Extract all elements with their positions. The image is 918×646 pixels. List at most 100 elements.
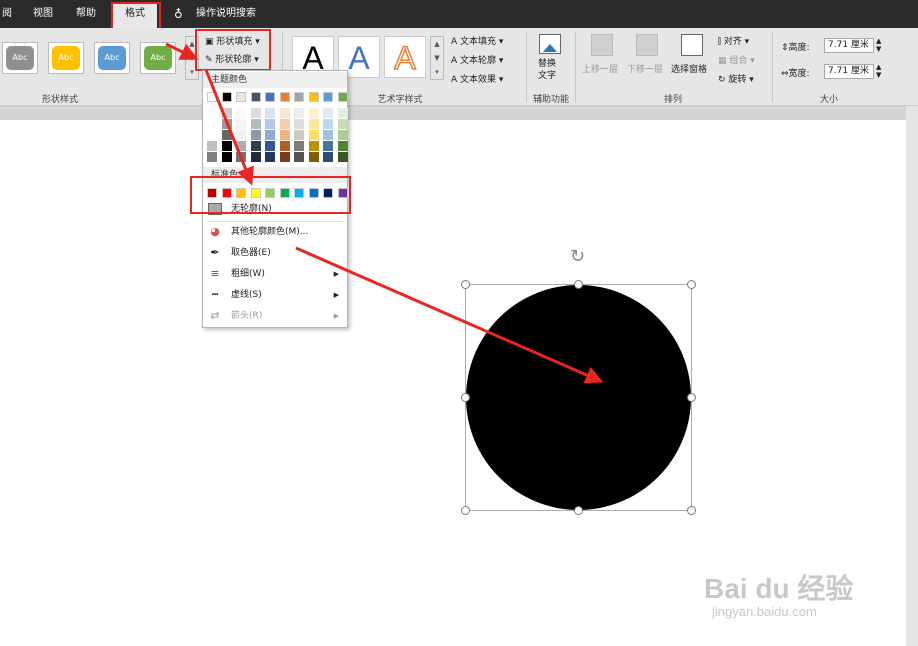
rotate-button[interactable]: ↻ 旋转 ▾ bbox=[718, 72, 754, 85]
theme-color-swatch[interactable] bbox=[323, 92, 333, 102]
theme-color-swatch[interactable] bbox=[236, 92, 246, 102]
arrows-item[interactable]: ⇄ 箭头(R) ▶ bbox=[203, 306, 347, 326]
theme-color-swatch[interactable] bbox=[337, 92, 348, 102]
theme-color-swatch[interactable] bbox=[308, 92, 319, 102]
shape-style-gallery-item[interactable]: Abc bbox=[140, 42, 176, 74]
resize-handle[interactable] bbox=[687, 393, 696, 402]
theme-color-shade-swatch[interactable] bbox=[279, 141, 290, 151]
theme-color-shade-swatch[interactable] bbox=[323, 130, 333, 140]
theme-color-shade-swatch[interactable] bbox=[279, 119, 290, 129]
theme-color-shade-swatch[interactable] bbox=[207, 141, 217, 151]
resize-handle[interactable] bbox=[461, 280, 470, 289]
theme-color-shade-swatch[interactable] bbox=[323, 119, 333, 129]
theme-color-shade-swatch[interactable] bbox=[250, 152, 261, 162]
weight-item[interactable]: ≡ 粗细(W) ▶ bbox=[203, 264, 347, 284]
theme-color-shade-swatch[interactable] bbox=[250, 141, 261, 151]
theme-color-shade-swatch[interactable] bbox=[221, 119, 232, 129]
theme-color-shade-swatch[interactable] bbox=[221, 141, 232, 151]
theme-color-shade-swatch[interactable] bbox=[337, 130, 348, 140]
theme-color-shade-swatch[interactable] bbox=[323, 108, 333, 118]
theme-color-shade-swatch[interactable] bbox=[236, 152, 246, 162]
theme-color-shade-swatch[interactable] bbox=[279, 152, 290, 162]
width-input[interactable]: 7.71 厘米 bbox=[824, 64, 874, 79]
theme-color-shade-swatch[interactable] bbox=[308, 152, 319, 162]
theme-color-shade-swatch[interactable] bbox=[294, 119, 304, 129]
theme-color-shade-swatch[interactable] bbox=[294, 108, 304, 118]
theme-color-shade-swatch[interactable] bbox=[294, 141, 304, 151]
text-effect-button[interactable]: A 文本效果 ▾ bbox=[451, 72, 503, 85]
theme-color-shade-swatch[interactable] bbox=[221, 152, 232, 162]
theme-color-shade-swatch[interactable] bbox=[265, 108, 275, 118]
black-circle-shape[interactable] bbox=[466, 285, 691, 510]
text-fill-button[interactable]: A 文本填充 ▾ bbox=[451, 34, 503, 47]
theme-color-shade-swatch[interactable] bbox=[279, 108, 290, 118]
theme-color-shade-swatch[interactable] bbox=[236, 119, 246, 129]
group-button[interactable]: ▦ 组合 ▾ bbox=[718, 53, 755, 66]
height-spinner[interactable]: ▲ ▼ bbox=[876, 37, 881, 53]
tell-me-search[interactable]: 操作说明搜索 bbox=[196, 0, 256, 28]
theme-color-shade-swatch[interactable] bbox=[308, 108, 319, 118]
alt-text-button[interactable]: 替换 文字 bbox=[538, 58, 556, 82]
align-button[interactable]: ⫿ 对齐 ▾ bbox=[718, 34, 749, 47]
theme-color-swatch[interactable] bbox=[294, 92, 304, 102]
shape-style-gallery-item[interactable]: Abc bbox=[2, 42, 38, 74]
theme-color-shade-swatch[interactable] bbox=[308, 130, 319, 140]
tab-review[interactable]: 阅 bbox=[2, 0, 12, 28]
wordart-scroll-arrows[interactable]: ▲ ▼ ▾ bbox=[430, 36, 444, 80]
theme-color-shade-swatch[interactable] bbox=[265, 141, 275, 151]
theme-color-swatch[interactable] bbox=[207, 92, 217, 102]
theme-color-shade-swatch[interactable] bbox=[337, 141, 348, 151]
more-outline-colors-item[interactable]: ◕ 其他轮廓颜色(M)... bbox=[203, 222, 347, 242]
theme-color-swatch[interactable] bbox=[250, 92, 261, 102]
theme-color-shade-swatch[interactable] bbox=[236, 108, 246, 118]
resize-handle[interactable] bbox=[461, 393, 470, 402]
theme-color-swatch[interactable] bbox=[265, 92, 275, 102]
tab-help[interactable]: 帮助 bbox=[76, 0, 96, 28]
theme-color-shade-swatch[interactable] bbox=[207, 130, 217, 140]
vertical-scrollbar[interactable] bbox=[906, 106, 918, 646]
theme-color-shade-swatch[interactable] bbox=[265, 130, 275, 140]
theme-color-shade-swatch[interactable] bbox=[308, 119, 319, 129]
theme-color-shade-swatch[interactable] bbox=[294, 130, 304, 140]
rotate-handle-icon[interactable]: ↻ bbox=[570, 246, 585, 267]
theme-color-shade-swatch[interactable] bbox=[308, 141, 319, 151]
resize-handle[interactable] bbox=[687, 506, 696, 515]
height-input[interactable]: 7.71 厘米 bbox=[824, 38, 874, 53]
theme-color-swatch[interactable] bbox=[279, 92, 290, 102]
theme-color-shade-swatch[interactable] bbox=[221, 108, 232, 118]
tab-view[interactable]: 视图 bbox=[33, 0, 53, 28]
resize-handle[interactable] bbox=[687, 280, 696, 289]
resize-handle[interactable] bbox=[574, 280, 583, 289]
theme-color-shade-swatch[interactable] bbox=[337, 119, 348, 129]
theme-color-shade-swatch[interactable] bbox=[250, 119, 261, 129]
wordart-style-orange[interactable]: A bbox=[384, 36, 426, 78]
theme-color-shade-swatch[interactable] bbox=[323, 141, 333, 151]
text-outline-button[interactable]: A 文本轮廓 ▾ bbox=[451, 53, 503, 66]
eyedropper-item[interactable]: ✒ 取色器(E) bbox=[203, 243, 347, 263]
theme-color-shade-swatch[interactable] bbox=[236, 141, 246, 151]
theme-color-shade-swatch[interactable] bbox=[294, 152, 304, 162]
theme-color-shade-swatch[interactable] bbox=[323, 152, 333, 162]
send-backward-button[interactable]: 下移一层 bbox=[627, 62, 663, 75]
dashes-item[interactable]: ┅ 虚线(S) ▶ bbox=[203, 285, 347, 305]
theme-color-shade-swatch[interactable] bbox=[337, 108, 348, 118]
shape-style-gallery-item[interactable]: Abc bbox=[48, 42, 84, 74]
theme-color-shade-swatch[interactable] bbox=[250, 130, 261, 140]
theme-color-shade-swatch[interactable] bbox=[250, 108, 261, 118]
resize-handle[interactable] bbox=[574, 506, 583, 515]
theme-color-shade-swatch[interactable] bbox=[265, 152, 275, 162]
bring-forward-button[interactable]: 上移一层 bbox=[582, 62, 618, 75]
shape-style-gallery-item[interactable]: Abc bbox=[94, 42, 130, 74]
theme-color-swatch[interactable] bbox=[221, 92, 232, 102]
theme-color-shade-swatch[interactable] bbox=[337, 152, 348, 162]
theme-color-shade-swatch[interactable] bbox=[236, 130, 246, 140]
selection-pane-button[interactable]: 选择窗格 bbox=[671, 62, 707, 75]
resize-handle[interactable] bbox=[461, 506, 470, 515]
theme-color-shade-swatch[interactable] bbox=[207, 152, 217, 162]
width-spinner[interactable]: ▲ ▼ bbox=[876, 63, 881, 79]
theme-color-shade-swatch[interactable] bbox=[265, 119, 275, 129]
theme-color-shade-swatch[interactable] bbox=[221, 130, 232, 140]
theme-color-shade-swatch[interactable] bbox=[207, 119, 217, 129]
theme-color-shade-swatch[interactable] bbox=[279, 130, 290, 140]
theme-color-shade-swatch[interactable] bbox=[207, 108, 217, 118]
